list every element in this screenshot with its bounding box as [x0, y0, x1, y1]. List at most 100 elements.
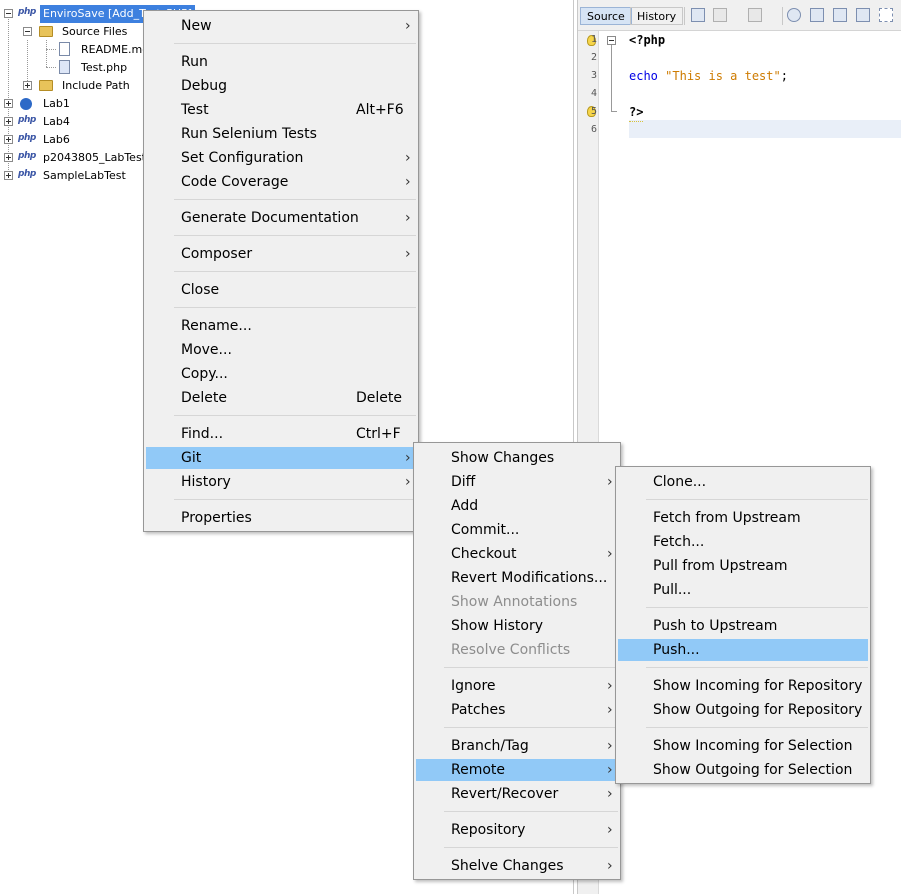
collapse-toggle-icon[interactable]	[23, 27, 32, 36]
menu-item-move[interactable]: Move...	[146, 339, 416, 361]
chevron-right-icon: ›	[405, 450, 411, 466]
find-next-icon[interactable]	[833, 8, 847, 22]
menu-item-show-history[interactable]: Show History	[416, 615, 618, 637]
menu-item-label: Repository	[451, 822, 526, 838]
menu-item-show-changes[interactable]: Show Changes	[416, 447, 618, 469]
code-line-1[interactable]: <?php	[629, 31, 665, 49]
menu-item-pull-from-upstream[interactable]: Pull from Upstream	[618, 555, 868, 577]
menu-item-set-configuration[interactable]: Set Configuration ›	[146, 147, 416, 169]
menu-item-delete[interactable]: Delete Delete	[146, 387, 416, 409]
menu-item-properties[interactable]: Properties	[146, 507, 416, 529]
menu-item-test[interactable]: Test Alt+F6	[146, 99, 416, 121]
menu-item-clone[interactable]: Clone...	[618, 471, 868, 493]
menu-item-label: Show Annotations	[451, 594, 578, 610]
menu-item-revert-modifications[interactable]: Revert Modifications...	[416, 567, 618, 589]
menu-item-fetch[interactable]: Fetch...	[618, 531, 868, 553]
menu-item-label: Branch/Tag	[451, 738, 529, 754]
menu-item-close[interactable]: Close	[146, 279, 416, 301]
menu-item-shelve-changes[interactable]: Shelve Changes ›	[416, 855, 618, 877]
menu-item-run[interactable]: Run	[146, 51, 416, 73]
php-project-icon: php	[18, 133, 36, 143]
expand-toggle-icon[interactable]	[4, 117, 13, 126]
chevron-right-icon: ›	[607, 858, 613, 874]
expand-toggle-icon[interactable]	[4, 99, 13, 108]
menu-item-copy[interactable]: Copy...	[146, 363, 416, 385]
toggle-highlight-icon[interactable]	[856, 8, 870, 22]
menu-item-label: Show Outgoing for Repository	[653, 702, 863, 718]
chevron-right-icon: ›	[607, 702, 613, 718]
tab-history[interactable]: History	[630, 7, 684, 25]
menu-item-pull[interactable]: Pull...	[618, 579, 868, 601]
menu-item-label: Revert/Recover	[451, 786, 559, 802]
menu-separator	[174, 307, 416, 308]
menu-item-commit[interactable]: Commit...	[416, 519, 618, 541]
remote-submenu: Clone... Fetch from Upstream Fetch... Pu…	[615, 466, 871, 784]
menu-item-patches[interactable]: Patches ›	[416, 699, 618, 721]
menu-item-show-incoming-selection[interactable]: Show Incoming for Selection	[618, 735, 868, 757]
project-globe-icon	[20, 98, 32, 110]
expand-toggle-icon[interactable]	[4, 135, 13, 144]
menu-item-label: Run Selenium Tests	[181, 126, 317, 142]
menu-item-generate-documentation[interactable]: Generate Documentation ›	[146, 207, 416, 229]
expand-toggle-icon[interactable]	[4, 171, 13, 180]
last-edit-icon[interactable]	[691, 8, 705, 22]
chevron-right-icon: ›	[607, 738, 613, 754]
tab-source[interactable]: Source	[580, 7, 632, 25]
chevron-right-icon: ›	[405, 174, 411, 190]
back-icon[interactable]	[713, 8, 727, 22]
file-icon	[59, 42, 70, 56]
menu-item-repository[interactable]: Repository ›	[416, 819, 618, 841]
menu-item-label: Find...	[181, 426, 224, 442]
fold-toggle-icon[interactable]	[607, 36, 616, 45]
menu-item-push-to-upstream[interactable]: Push to Upstream	[618, 615, 868, 637]
menu-item-history[interactable]: History ›	[146, 471, 416, 493]
menu-item-checkout[interactable]: Checkout ›	[416, 543, 618, 565]
expand-toggle-icon[interactable]	[4, 153, 13, 162]
chevron-right-icon: ›	[607, 822, 613, 838]
toolbar-separator	[782, 7, 783, 25]
line-number: 3	[590, 70, 597, 81]
menu-item-show-incoming-repository[interactable]: Show Incoming for Repository	[618, 675, 868, 697]
php-project-icon: php	[18, 115, 36, 125]
menu-item-composer[interactable]: Composer ›	[146, 243, 416, 265]
menu-separator	[444, 667, 618, 668]
collapse-toggle-icon[interactable]	[4, 9, 13, 18]
menu-item-label: Resolve Conflicts	[451, 642, 571, 658]
menu-item-remote[interactable]: Remote ›	[416, 759, 618, 781]
code-line-3[interactable]: echo "This is a test";	[629, 67, 788, 85]
menu-item-debug[interactable]: Debug	[146, 75, 416, 97]
menu-item-label: Close	[181, 282, 220, 298]
menu-item-branch-tag[interactable]: Branch/Tag ›	[416, 735, 618, 757]
expand-toggle-icon[interactable]	[23, 81, 32, 90]
find-icon[interactable]	[787, 8, 801, 22]
chevron-right-icon: ›	[405, 210, 411, 226]
menu-item-diff[interactable]: Diff ›	[416, 471, 618, 493]
find-previous-icon[interactable]	[810, 8, 824, 22]
menu-item-label: Move...	[181, 342, 232, 358]
menu-item-show-outgoing-repository[interactable]: Show Outgoing for Repository	[618, 699, 868, 721]
menu-item-fetch-from-upstream[interactable]: Fetch from Upstream	[618, 507, 868, 529]
menu-item-resolve-conflicts: Resolve Conflicts	[416, 639, 618, 661]
menu-item-rename[interactable]: Rename...	[146, 315, 416, 337]
menu-item-find[interactable]: Find... Ctrl+F	[146, 423, 416, 445]
code-line-5[interactable]: ?>	[629, 103, 644, 122]
menu-item-code-coverage[interactable]: Code Coverage ›	[146, 171, 416, 193]
menu-item-label: Git	[181, 450, 202, 466]
menu-item-run-selenium-tests[interactable]: Run Selenium Tests	[146, 123, 416, 145]
menu-separator	[646, 667, 868, 668]
rectangular-selection-icon[interactable]	[879, 8, 893, 22]
menu-item-ignore[interactable]: Ignore ›	[416, 675, 618, 697]
menu-item-revert-recover[interactable]: Revert/Recover ›	[416, 783, 618, 805]
tree-node-label: Source Files	[62, 25, 128, 38]
menu-item-label: Code Coverage	[181, 174, 289, 190]
menu-item-add[interactable]: Add	[416, 495, 618, 517]
menu-separator	[174, 43, 416, 44]
menu-item-show-outgoing-selection[interactable]: Show Outgoing for Selection	[618, 759, 868, 781]
menu-item-label: New	[181, 18, 212, 34]
menu-item-git[interactable]: Git ›	[146, 447, 416, 469]
menu-item-new[interactable]: New ›	[146, 15, 416, 37]
menu-item-push[interactable]: Push...	[618, 639, 868, 661]
forward-icon[interactable]	[748, 8, 762, 22]
php-project-icon: php	[18, 151, 36, 161]
menu-item-label: Shelve Changes	[451, 858, 564, 874]
